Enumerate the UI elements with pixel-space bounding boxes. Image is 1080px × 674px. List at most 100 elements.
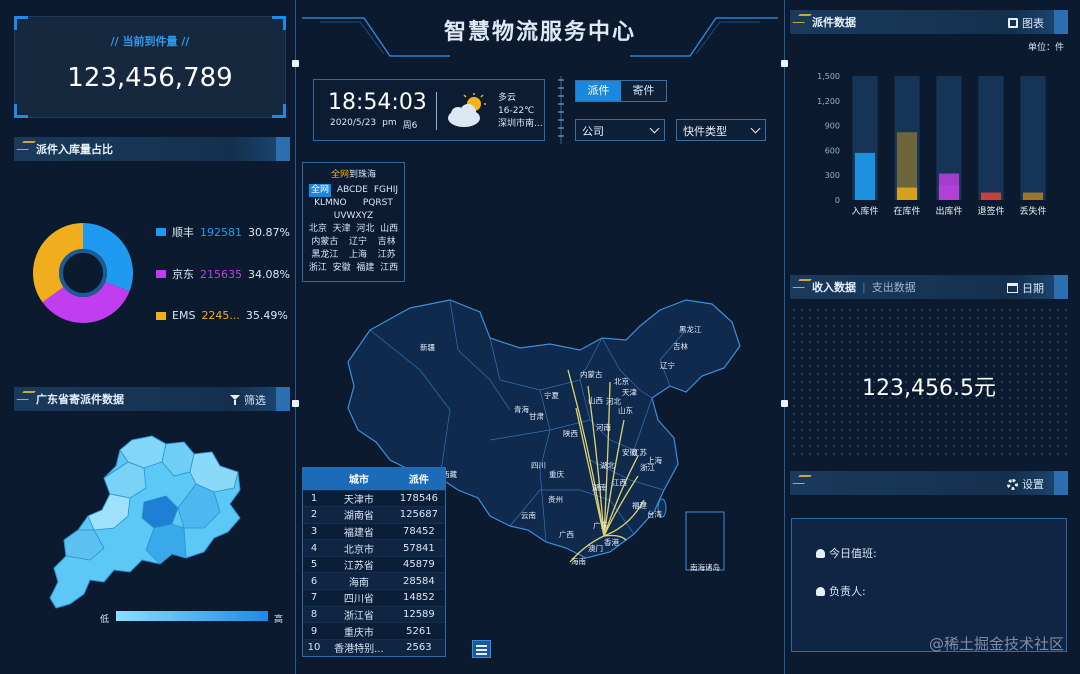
map-label: 内蒙古 bbox=[580, 370, 603, 379]
settings-button[interactable]: 设置 bbox=[1007, 476, 1044, 492]
region-tab-klmno[interactable]: KLMNO bbox=[314, 197, 347, 210]
region-option[interactable]: 辽宁 bbox=[349, 236, 367, 249]
owner-label: 负责人: bbox=[829, 585, 866, 598]
x-tick-label: 退签件 bbox=[977, 205, 1004, 217]
legend-name: 顺丰 bbox=[172, 226, 194, 239]
kpi-value: 123,456,789 bbox=[67, 63, 233, 93]
company-select-value: 公司 bbox=[582, 125, 604, 138]
region-option[interactable]: 北京 bbox=[309, 223, 327, 236]
ranking-table: 城市 派件 1 天津市 178546 2 湖南省 125687 3 福建省 78452 4北… bbox=[302, 467, 446, 657]
map-label: 宁夏 bbox=[544, 391, 559, 400]
menu-icon bbox=[476, 645, 487, 647]
dispatch-panel-title: 派件数据 bbox=[812, 16, 856, 29]
region-option[interactable]: 江西 bbox=[380, 262, 398, 275]
legend-swatch bbox=[156, 311, 166, 320]
table-row: 1 天津市 178546 bbox=[303, 489, 445, 507]
table-row: 7 四川省 14852 bbox=[303, 589, 445, 607]
map-label: 香港 bbox=[604, 538, 619, 547]
toggle-send[interactable]: 寄件 bbox=[621, 81, 666, 101]
type-select-value: 快件类型 bbox=[683, 125, 727, 138]
kpi-label: 当前到件量 bbox=[122, 35, 178, 48]
clock-date: 2020/5/23 bbox=[330, 118, 377, 128]
x-tick-label: 在库件 bbox=[893, 205, 920, 217]
bar-入库件[interactable] bbox=[854, 152, 876, 200]
table-row: 8 浙江省 12589 bbox=[303, 605, 445, 623]
region-option[interactable]: 福建 bbox=[356, 262, 374, 275]
duty-box: 今日值班: 负责人: bbox=[791, 518, 1067, 652]
map-label: 湖北 bbox=[600, 461, 615, 470]
clock-ampm: pm bbox=[382, 118, 397, 128]
map-label: 辽宁 bbox=[660, 361, 675, 370]
bar-secondary bbox=[938, 185, 960, 200]
map-label: 澳门 bbox=[588, 544, 603, 553]
map-label: 南海诸岛 bbox=[690, 563, 720, 572]
settings-panel-header: 设置 bbox=[790, 471, 1068, 495]
map-label: 四川 bbox=[531, 461, 546, 470]
region-option[interactable]: 上海 bbox=[349, 249, 367, 262]
chart-view-label: 图表 bbox=[1022, 17, 1044, 30]
bar-track bbox=[978, 76, 1004, 200]
region-option[interactable]: 安徽 bbox=[333, 262, 351, 275]
type-select[interactable]: 快件类型 bbox=[676, 119, 766, 141]
chevron-down-icon bbox=[649, 123, 660, 134]
map-label: 山西 bbox=[588, 396, 603, 405]
region-option[interactable]: 吉林 bbox=[378, 236, 396, 249]
table-row: 2 湖南省 125687 bbox=[303, 506, 445, 524]
bar-丢失件[interactable] bbox=[1022, 192, 1044, 200]
weather-desc: 多云 bbox=[498, 93, 517, 103]
legend-value: 192581 bbox=[200, 225, 242, 239]
duty-label: 今日值班: bbox=[829, 547, 877, 560]
filter-button[interactable]: 筛选 bbox=[230, 392, 266, 408]
guangdong-map[interactable] bbox=[44, 432, 254, 612]
menu-button[interactable] bbox=[472, 640, 491, 658]
map-label: 江苏 bbox=[632, 448, 647, 457]
table-row: 10 香港特别... 2563 bbox=[303, 638, 445, 656]
map-label: 湖南 bbox=[592, 483, 607, 492]
table-row: 4 北京市 57841 bbox=[303, 539, 445, 557]
guangdong-panel-title: 广东省寄派件数据 bbox=[36, 393, 124, 406]
map-label: 新疆 bbox=[420, 343, 435, 352]
legend-pct: 34.08% bbox=[248, 267, 290, 281]
region-option[interactable]: 山西 bbox=[380, 223, 398, 236]
col-header-city: 城市 bbox=[325, 468, 393, 490]
page-title: 智慧物流服务中心 bbox=[443, 20, 636, 45]
legend-high-label: 高 bbox=[274, 615, 284, 625]
map-label: 浙江 bbox=[640, 463, 655, 472]
donut-inner-ring bbox=[59, 249, 107, 297]
frame-dot bbox=[781, 60, 788, 67]
date-label: 日期 bbox=[1022, 282, 1044, 295]
region-tab-pqrst[interactable]: PQRST bbox=[363, 197, 393, 210]
date-button[interactable]: 日期 bbox=[1007, 280, 1044, 296]
weather-city: 深圳市南... bbox=[498, 119, 543, 129]
region-title-suffix: 到珠海 bbox=[349, 170, 377, 180]
legend-swatch bbox=[156, 228, 166, 236]
x-tick-label: 出库件 bbox=[935, 205, 962, 217]
tab-expense[interactable]: 支出数据 bbox=[872, 279, 916, 295]
region-tab-all[interactable]: 全网 bbox=[308, 184, 331, 197]
company-select[interactable]: 公司 bbox=[575, 119, 665, 141]
region-option[interactable]: 河北 bbox=[356, 223, 374, 236]
y-tick-label: 1,200 bbox=[817, 97, 840, 106]
heat-gradient-bar bbox=[116, 611, 268, 621]
region-option[interactable]: 浙江 bbox=[309, 262, 327, 275]
chart-view-button[interactable]: 图表 bbox=[1008, 15, 1044, 31]
map-label: 青海 bbox=[514, 405, 529, 414]
region-selector-title: 全网到珠海 bbox=[306, 167, 401, 180]
bar-退签件[interactable] bbox=[980, 192, 1002, 200]
table-row: 3 福建省 78452 bbox=[303, 522, 445, 540]
y-tick-label: 900 bbox=[825, 122, 840, 131]
region-tab-abcde[interactable]: ABCDE bbox=[337, 184, 368, 197]
region-option[interactable]: 内蒙古 bbox=[311, 236, 338, 249]
region-option[interactable]: 天津 bbox=[333, 223, 351, 236]
region-option[interactable]: 黑龙江 bbox=[311, 249, 338, 262]
legend-value: 215635 bbox=[200, 267, 242, 281]
tab-income[interactable]: 收入数据 bbox=[812, 279, 856, 295]
watermark: @稀土掘金技术社区 bbox=[928, 635, 1064, 653]
region-tab-uvwxyz[interactable]: UVWXYZ bbox=[334, 210, 373, 223]
region-tab-fghij[interactable]: FGHIJ bbox=[374, 184, 398, 197]
frame-dot bbox=[292, 400, 299, 407]
y-tick-label: 300 bbox=[825, 171, 840, 180]
toggle-dispatch[interactable]: 派件 bbox=[576, 81, 621, 101]
region-option[interactable]: 江苏 bbox=[378, 249, 396, 262]
y-tick-label: 0 bbox=[835, 196, 840, 205]
